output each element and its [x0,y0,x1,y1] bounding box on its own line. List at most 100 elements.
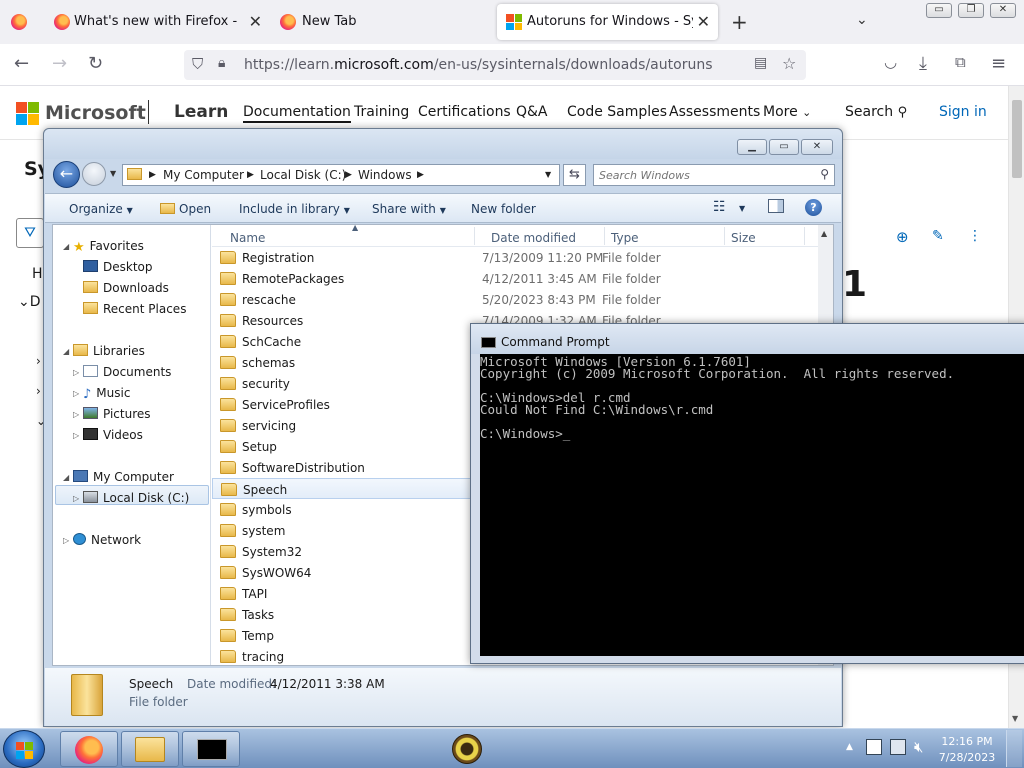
nav-documents[interactable]: Documents [83,365,171,379]
new-folder-button[interactable]: New folder [471,202,536,216]
network-tray-icon[interactable] [890,739,906,755]
open-button[interactable]: Open [160,202,211,216]
restore-button[interactable]: ❐ [958,3,984,18]
reader-view-icon[interactable]: ▤ [754,55,767,71]
volume-muted-icon[interactable]: 🔇︎ [914,738,923,756]
nav-favorites[interactable]: ★ Favorites [73,239,144,255]
nav-my-computer[interactable]: My Computer [73,470,174,484]
downloads-icon[interactable]: ⤓ [919,53,927,74]
include-in-library-button[interactable]: Include in library ▼ [239,202,350,216]
back-button[interactable]: ← [53,161,80,188]
filter-icon[interactable]: ⛛ [16,218,44,248]
collapsed-arrow-icon[interactable]: ▷ [73,494,79,503]
collapsed-arrow-icon[interactable]: ▷ [63,536,69,545]
address-bar[interactable]: ▶ My Computer ▶ Local Disk (C:) ▶ Window… [122,164,560,186]
more-options-icon[interactable]: ⋮ [968,228,982,244]
column-name[interactable]: Name [230,231,265,245]
organize-button[interactable]: Organize ▼ [69,202,133,216]
nav-recent-places[interactable]: Recent Places [83,302,186,316]
microsoft-logo-icon[interactable] [16,102,39,125]
scroll-down-icon[interactable]: ▼ [1012,714,1018,723]
help-icon[interactable]: ? [805,199,822,216]
nav-more[interactable]: More ⌄ [763,104,811,120]
new-tab-plus-icon[interactable]: + [731,10,748,34]
breadcrumb-windows[interactable]: Windows [358,168,412,182]
nav-network[interactable]: Network [73,533,141,547]
column-divider[interactable] [804,227,805,245]
back-arrow-icon[interactable]: ← [14,53,29,74]
pocket-icon[interactable]: ◡ [884,53,897,71]
clock-time[interactable]: 12:16 PM [932,735,1002,748]
sign-in-link[interactable]: Sign in [939,104,987,120]
command-prompt-titlebar[interactable]: Command Prompt [471,324,1024,354]
file-row[interactable]: Registration 7/13/2009 11:20 PM File folde… [212,247,818,268]
nav-documentation[interactable]: Documentation [243,104,351,123]
collapsed-arrow-icon[interactable]: ▷ [73,368,79,377]
change-view-icon[interactable]: ☷ [713,199,726,215]
app-menu-icon[interactable]: ≡ [991,53,1006,74]
nav-libraries[interactable]: Libraries [73,344,145,358]
minimize-button[interactable]: ▭ [926,3,952,18]
explorer-maximize-button[interactable]: ▭ [769,139,799,155]
file-row[interactable]: RemotePackages 4/12/2011 3:45 AM File fold… [212,268,818,289]
scroll-up-icon[interactable]: ▲ [821,229,827,238]
page-scrollbar-thumb[interactable] [1012,100,1022,178]
edit-icon[interactable]: ✎ [932,228,944,244]
expanded-arrow-icon[interactable]: ◢ [63,242,69,251]
search-input[interactable] [599,167,809,183]
explorer-minimize-button[interactable]: ▁ [737,139,767,155]
collapsed-arrow-icon[interactable]: ▷ [73,389,79,398]
breadcrumb-local-disk[interactable]: Local Disk (C:) [260,168,346,182]
nav-pictures[interactable]: Pictures [83,407,151,421]
nav-assessments[interactable]: Assessments [669,104,760,120]
address-dropdown-icon[interactable]: ▼ [545,170,551,179]
tab-new-tab[interactable]: New Tab [272,4,496,40]
bookmark-star-icon[interactable]: ☆ [782,54,796,73]
breadcrumb-arrow-icon[interactable]: ▶ [417,170,424,180]
column-divider[interactable] [604,227,605,245]
collapsed-arrow-icon[interactable]: ▷ [73,431,79,440]
clock-date[interactable]: 7/28/2023 [932,751,1002,764]
explorer-close-button[interactable]: ✕ [801,139,833,155]
firefox-menu-icon[interactable] [11,14,27,30]
show-desktop-button[interactable] [1006,730,1022,767]
reload-icon[interactable]: ↻ [88,53,103,74]
nav-local-disk[interactable]: Local Disk (C:) [83,491,189,505]
chevron-right-icon[interactable]: › [36,384,41,398]
breadcrumb-arrow-icon[interactable]: ▶ [247,170,254,180]
url-bar[interactable]: ⛉ 🔒︎ https://learn.microsoft.com/en-us/s… [184,50,806,80]
list-all-tabs-chevron-icon[interactable]: ⌄ [856,12,868,28]
toc-item-partial[interactable]: H [32,266,43,282]
chevron-right-icon[interactable]: › [36,354,41,368]
breadcrumb-arrow-icon[interactable]: ▶ [149,170,156,180]
taskbar-firefox[interactable] [60,731,118,767]
action-center-flag-icon[interactable] [866,739,882,755]
taskbar-explorer[interactable] [121,731,179,767]
refresh-button[interactable]: ⇆ [563,164,586,186]
column-type[interactable]: Type [611,231,639,245]
tracking-shield-icon[interactable]: ⛉ [192,55,203,73]
view-options-chevron-icon[interactable]: ▼ [739,204,745,213]
column-divider[interactable] [724,227,725,245]
nav-certifications[interactable]: Certifications [418,104,511,120]
expanded-arrow-icon[interactable]: ◢ [63,347,69,356]
nav-videos[interactable]: Videos [83,428,143,442]
file-row[interactable]: rescache 5/20/2023 8:43 PM File folder [212,289,818,310]
add-collection-icon[interactable]: ⊕ [896,228,909,246]
preview-pane-icon[interactable] [768,199,784,213]
explorer-search[interactable]: ⚲ [593,164,835,186]
nav-code-samples[interactable]: Code Samples [567,104,667,120]
nav-training[interactable]: Training [354,104,409,120]
share-with-button[interactable]: Share with ▼ [372,202,446,216]
explorer-titlebar[interactable]: ▁ ▭ ✕ [44,129,842,159]
column-date-modified[interactable]: Date modified [491,231,576,245]
lock-icon[interactable]: 🔒︎ [218,55,225,71]
column-size[interactable]: Size [731,231,756,245]
expanded-arrow-icon[interactable]: ◢ [63,473,69,482]
search-button[interactable]: Search ⚲ [845,104,907,120]
close-tab-icon[interactable]: ✕ [697,12,710,31]
breadcrumb-arrow-icon[interactable]: ▶ [345,170,352,180]
nav-music[interactable]: ♪ Music [83,386,130,402]
learn-product[interactable]: Learn [174,102,228,122]
search-icon[interactable]: ⚲ [820,167,829,181]
